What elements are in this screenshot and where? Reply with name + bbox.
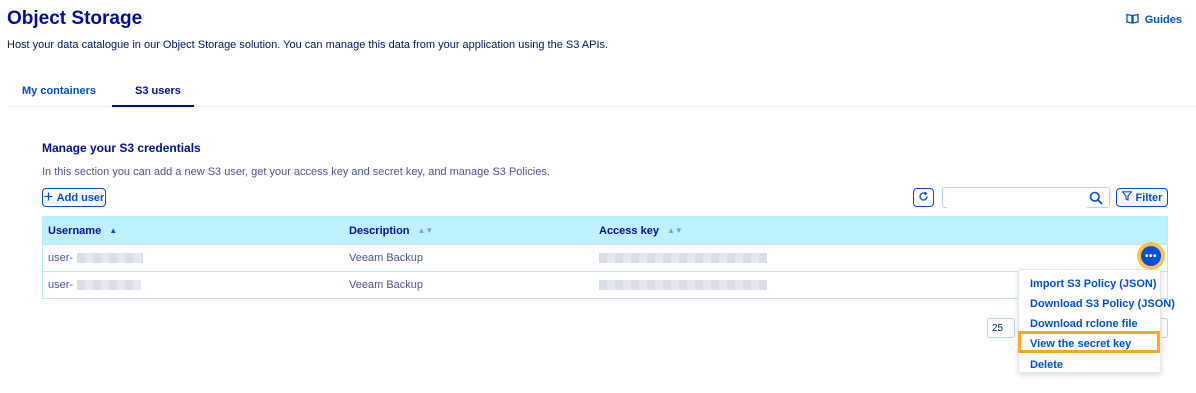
sort-icon: ▲▼ — [417, 226, 434, 236]
username-text: user- — [48, 252, 74, 264]
username-cell: user- — [48, 279, 142, 291]
pagination-control[interactable] — [1160, 318, 1168, 338]
more-icon: ••• — [1141, 246, 1161, 266]
filter-icon — [1120, 191, 1133, 204]
menu-item-import-policy[interactable]: Import S3 Policy (JSON) — [1030, 278, 1157, 290]
column-label: Username — [48, 224, 102, 237]
sort-icon: ▲▼ — [666, 226, 683, 236]
page-subtitle: Host your data catalogue in our Object S… — [7, 39, 609, 51]
menu-item-download-policy[interactable]: Download S3 Policy (JSON) — [1030, 298, 1175, 310]
tab-bar: My containers S3 users — [7, 77, 1196, 107]
s3-users-table: Username ▲ Description ▲▼ Access key ▲▼ use… — [42, 216, 1168, 299]
page-size-select[interactable]: 25 — [987, 318, 1015, 338]
access-key-cell — [599, 279, 767, 291]
row-action-menu: Import S3 Policy (JSON) Download S3 Poli… — [1018, 269, 1175, 373]
guides-label: Guides — [1144, 14, 1182, 26]
add-user-button[interactable]: Add user — [42, 188, 106, 207]
plus-icon — [44, 192, 53, 204]
username-text: user- — [48, 279, 74, 291]
add-user-label: Add user — [56, 191, 105, 204]
highlight-box — [1018, 331, 1160, 353]
description-cell: Veeam Backup — [349, 279, 423, 291]
redacted-access-key — [599, 253, 767, 264]
redacted-username — [77, 280, 142, 291]
refresh-button[interactable] — [913, 188, 934, 207]
search-input[interactable] — [947, 188, 1087, 208]
column-label: Description — [349, 224, 410, 237]
menu-item-delete[interactable]: Delete — [1030, 359, 1063, 371]
menu-item-download-rclone[interactable]: Download rclone file — [1030, 318, 1138, 330]
guides-link[interactable]: Guides — [1126, 13, 1182, 27]
redacted-username — [77, 253, 144, 264]
row-actions-button[interactable]: ••• — [1137, 242, 1165, 270]
tab-s3-users[interactable]: S3 users — [135, 85, 181, 97]
column-label: Access key — [599, 224, 659, 237]
search-icon[interactable] — [1089, 191, 1103, 210]
filter-button[interactable]: Filter — [1116, 188, 1168, 207]
table-header: Username ▲ Description ▲▼ Access key ▲▼ — [43, 217, 1167, 244]
redacted-access-key — [599, 280, 767, 291]
column-header-description[interactable]: Description ▲▼ — [349, 225, 433, 237]
active-tab-indicator — [112, 105, 194, 107]
column-header-access-key[interactable]: Access key ▲▼ — [599, 225, 683, 237]
access-key-cell — [599, 252, 767, 264]
description-cell: Veeam Backup — [349, 252, 423, 264]
table-row: user- Veeam Backup — [43, 271, 1167, 298]
book-icon — [1126, 13, 1139, 27]
refresh-icon — [918, 189, 929, 207]
page-title: Object Storage — [7, 8, 143, 29]
section-title: Manage your S3 credentials — [42, 141, 201, 155]
column-header-username[interactable]: Username ▲ — [48, 225, 117, 237]
table-row: user- Veeam Backup — [43, 244, 1167, 271]
search-field — [942, 187, 1110, 208]
username-cell: user- — [48, 252, 144, 264]
tab-my-containers[interactable]: My containers — [22, 85, 96, 97]
filter-label: Filter — [1135, 191, 1163, 204]
section-description: In this section you can add a new S3 use… — [42, 166, 550, 178]
sort-asc-icon: ▲ — [109, 226, 118, 236]
